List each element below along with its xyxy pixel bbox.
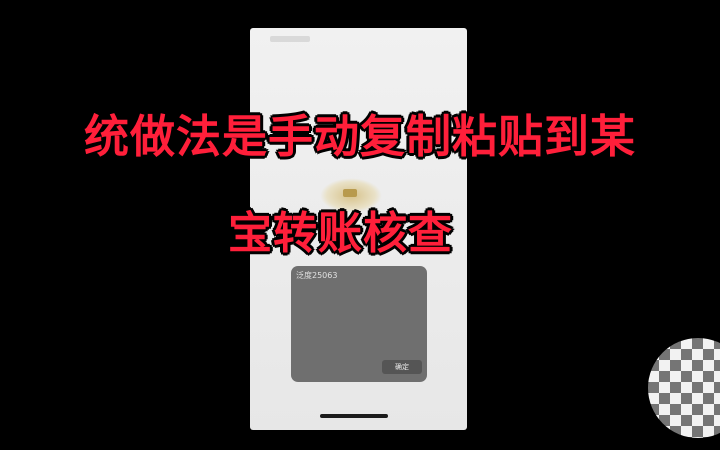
alert-dialog: 泛度25063 确定 (291, 266, 427, 382)
dialog-message: 泛度25063 (296, 271, 338, 280)
caption-line-2: 宝转账核查 (228, 208, 453, 259)
confirm-button[interactable]: 确定 (382, 360, 422, 374)
mosaic-blur-patch (648, 338, 720, 438)
status-bar-text (270, 36, 310, 42)
home-indicator[interactable] (320, 414, 388, 418)
logo-mark-icon (343, 189, 357, 197)
video-frame: 泛度25063 确定 统做法是手动复制粘贴到某 宝转账核查 (0, 0, 720, 450)
caption-line-1: 统做法是手动复制粘贴到某 (83, 110, 636, 163)
